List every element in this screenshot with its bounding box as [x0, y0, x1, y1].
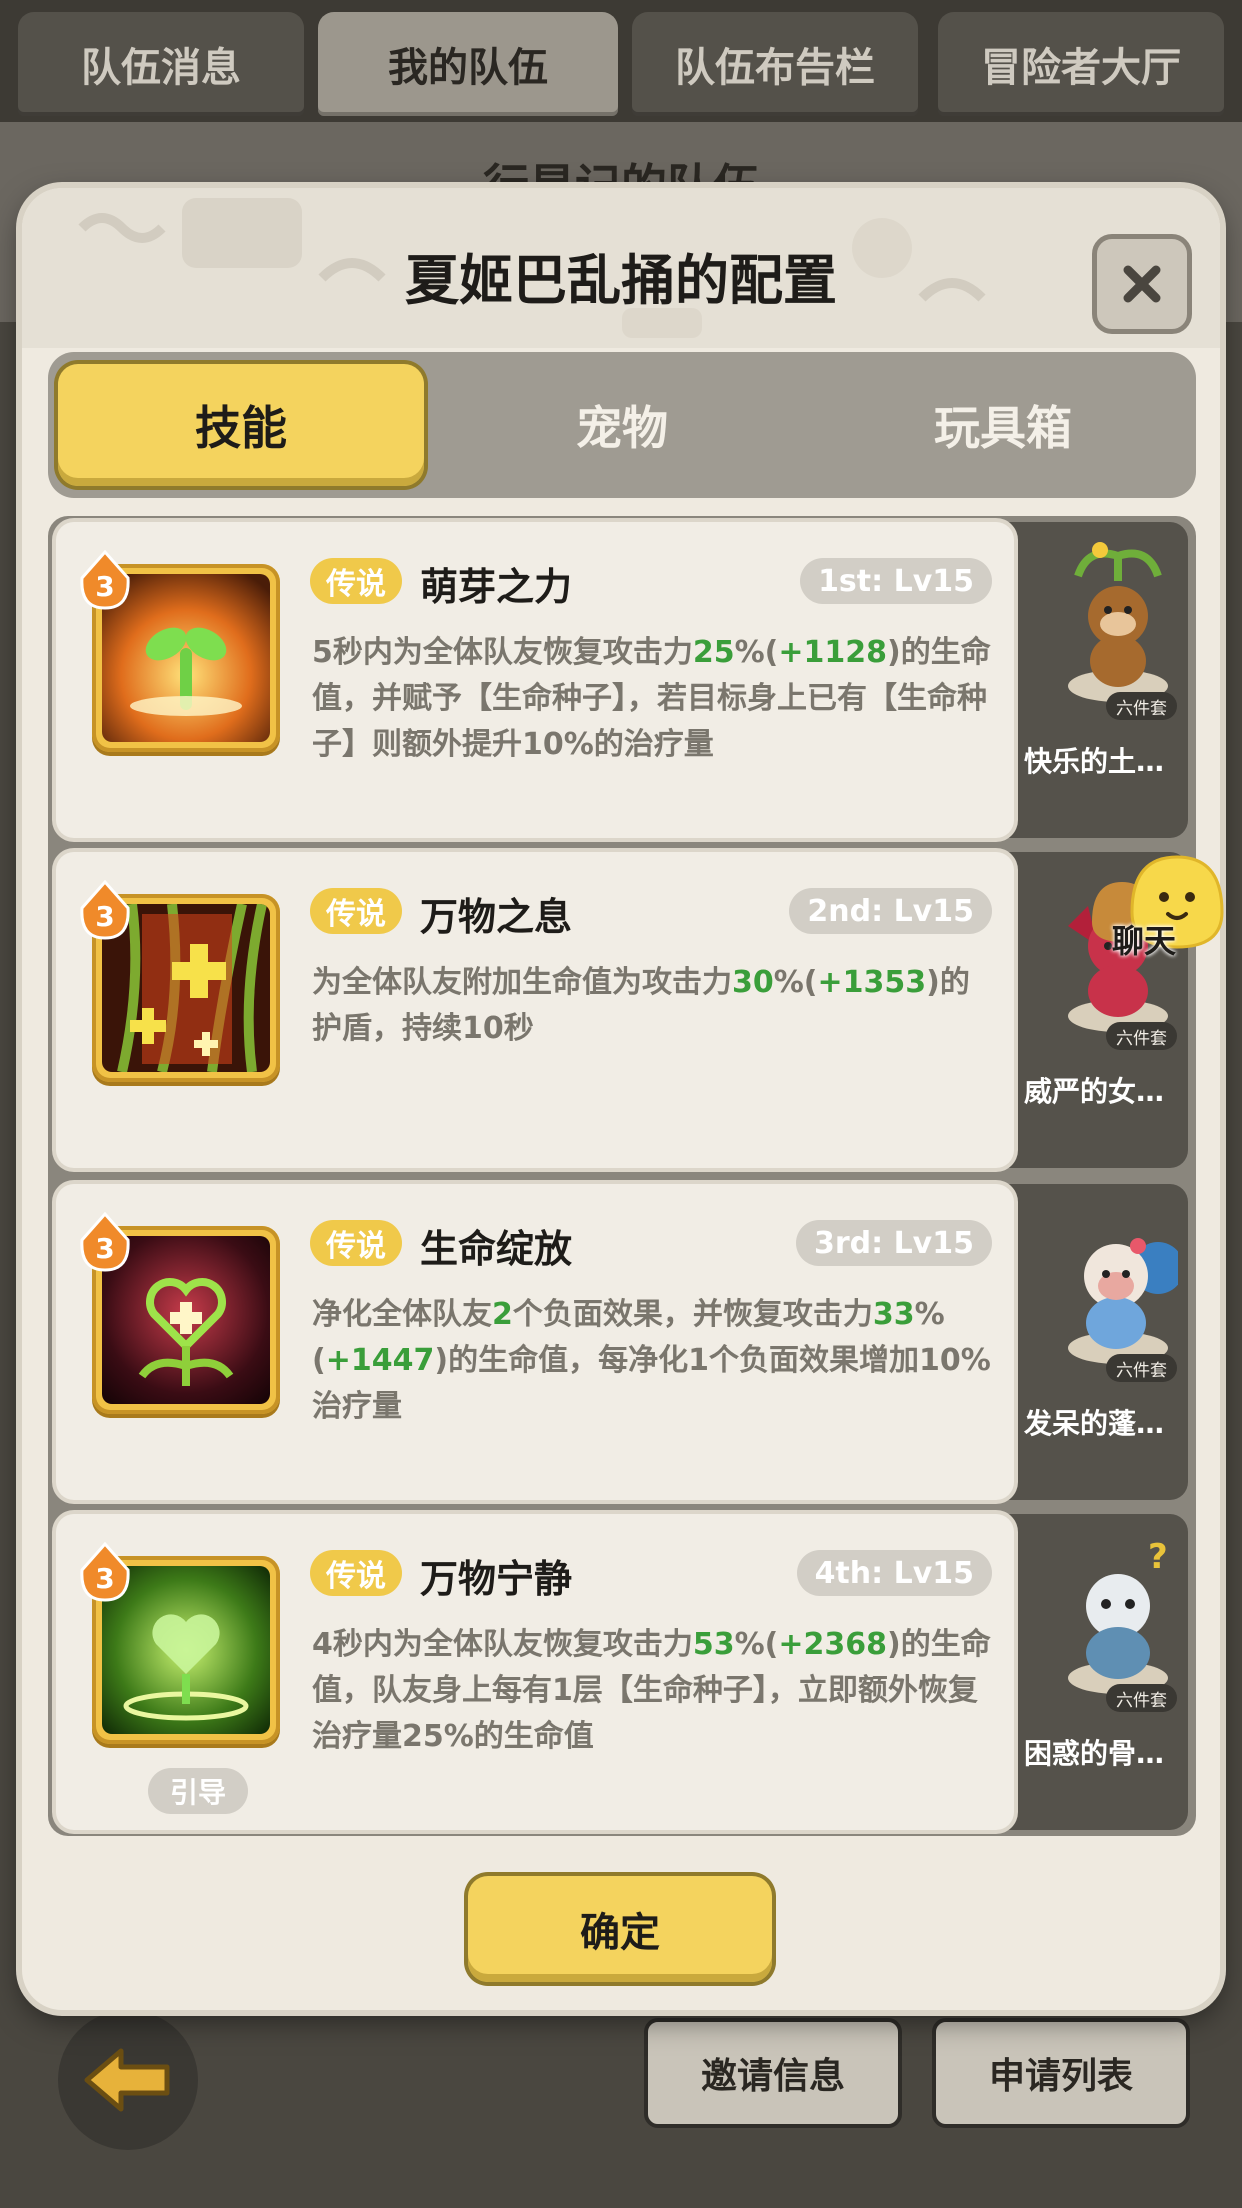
tab-skills[interactable]: 技能 — [58, 364, 424, 486]
skill-name: 生命绽放 — [420, 1227, 573, 1271]
svg-text:3: 3 — [95, 1562, 114, 1595]
pet-set-tag: 六件套 — [1106, 692, 1177, 720]
rarity-badge: 传说 — [310, 1220, 402, 1266]
highlight-value: 30 — [732, 965, 774, 1000]
skill-card[interactable]: 3 传说 万物之息 2nd: Lv15 为全体队友附加生命值为攻击力30%(+1… — [56, 852, 1014, 1168]
top-tab-bar: 队伍消息 我的队伍 队伍布告栏 冒险者大厅 — [0, 0, 1242, 122]
skill-description: 5秒内为全体队友恢复攻击力25%(+1128)的生命值，并赋予【生命种子】，若目… — [312, 630, 992, 768]
skill-name: 萌芽之力 — [420, 565, 573, 609]
monkey-pet-icon — [1068, 542, 1168, 702]
level-badge: 3 — [80, 550, 130, 610]
pet-name: 发呆的蓬… — [1024, 1407, 1165, 1440]
highlight-value: +1128 — [778, 635, 888, 670]
highlight-value: +1353 — [817, 965, 927, 1000]
config-modal: 夏姬巴乱捅的配置 技能 宠物 玩具箱 六件套 快乐的土… 3 传说 萌芽之力 1… — [22, 188, 1220, 2010]
close-button[interactable] — [1092, 234, 1192, 334]
rarity-badge: 传说 — [310, 558, 402, 604]
pet-name: 困惑的骨… — [1024, 1737, 1165, 1770]
pet-set-tag: 六件套 — [1106, 1022, 1177, 1050]
skill-card[interactable]: 3 传说 萌芽之力 1st: Lv15 5秒内为全体队友恢复攻击力25%(+11… — [56, 522, 1014, 838]
tab-toybox[interactable]: 玩具箱 — [820, 364, 1186, 486]
tab-team-board[interactable]: 队伍布告栏 — [632, 12, 918, 116]
pet-set-tag: 六件套 — [1106, 1354, 1177, 1382]
description-text: 5秒内为全体队友恢复攻击力 — [312, 635, 693, 670]
skill-name: 万物之息 — [420, 895, 573, 939]
level-badge: 3 — [80, 880, 130, 940]
pet-set-tag: 六件套 — [1106, 1684, 1177, 1712]
description-text: 净化全体队友 — [312, 1297, 492, 1332]
svg-text:?: ? — [1148, 1537, 1168, 1577]
description-text: 为全体队友附加生命值为攻击力 — [312, 965, 732, 1000]
skill-description: 净化全体队友2个负面效果，并恢复攻击力33%(+1447)的生命值，每净化1个负… — [312, 1292, 992, 1430]
highlight-value: 25 — [692, 635, 735, 670]
tab-team-messages[interactable]: 队伍消息 — [18, 12, 304, 116]
sheep-pet-icon — [1068, 1238, 1178, 1364]
highlight-value: +2368 — [778, 1627, 888, 1662]
skill-row: 六件套 发呆的蓬… 3 传说 生命绽放 3rd: Lv15 净化全体队友2个负面… — [56, 1184, 1188, 1508]
highlight-value: 2 — [492, 1297, 513, 1332]
highlight-value: 53 — [692, 1627, 735, 1662]
skill-name: 万物宁静 — [420, 1557, 573, 1601]
pet-name: 快乐的土… — [1024, 745, 1165, 778]
skill-description: 4秒内为全体队友恢复攻击力53%(+2368)的生命值，队友身上每有1层【生命种… — [312, 1622, 992, 1760]
description-text: %( — [734, 635, 779, 670]
slot-level-badge: 2nd: Lv15 — [789, 888, 992, 934]
close-x-icon — [1123, 265, 1161, 303]
svg-text:3: 3 — [95, 1232, 114, 1265]
skill-card[interactable]: 3 引导 传说 万物宁静 4th: Lv15 4秒内为全体队友恢复攻击力53%(… — [56, 1514, 1014, 1830]
svg-text:3: 3 — [95, 900, 114, 933]
apply-list-button[interactable]: 申请列表 — [932, 2018, 1190, 2128]
rarity-badge: 传说 — [310, 1550, 402, 1596]
modal-title: 夏姬巴乱捅的配置 — [405, 249, 837, 312]
slot-level-badge: 4th: Lv15 — [796, 1550, 992, 1596]
skill-row: 六件套 威严的女… 3 传说 万物之息 2nd: Lv15 为全体队友附加生命值… — [56, 852, 1188, 1176]
rarity-badge: 传说 — [310, 888, 402, 934]
channel-guide-badge: 引导 — [148, 1768, 249, 1814]
back-button[interactable] — [58, 2010, 198, 2150]
slot-level-badge: 1st: Lv15 — [800, 558, 992, 604]
invite-info-button[interactable]: 邀请信息 — [644, 2018, 902, 2128]
slot-level-badge: 3rd: Lv15 — [795, 1220, 992, 1266]
bone-dragon-pet-icon: ? — [1068, 1537, 1168, 1694]
description-text: %( — [773, 965, 818, 1000]
pet-name: 威严的女… — [1024, 1075, 1165, 1108]
tab-adventurer-hall[interactable]: 冒险者大厅 — [938, 12, 1224, 116]
description-text: %( — [734, 1627, 779, 1662]
confirm-button[interactable]: 确定 — [468, 1876, 772, 1982]
level-badge: 3 — [80, 1212, 130, 1272]
skill-list: 六件套 快乐的土… 3 传说 萌芽之力 1st: Lv15 5秒内为全体队友恢复… — [48, 516, 1196, 1836]
chat-label[interactable]: 聊天 — [1112, 916, 1176, 962]
tab-my-team[interactable]: 我的队伍 — [318, 12, 618, 116]
level-badge: 3 — [80, 1542, 130, 1602]
tab-pets[interactable]: 宠物 — [439, 364, 805, 486]
config-tab-bar: 技能 宠物 玩具箱 — [48, 352, 1196, 498]
skill-row: ? 六件套 困惑的骨… 3 引导 传说 万物宁静 4th: Lv15 4秒内为全… — [56, 1514, 1188, 1838]
skill-card[interactable]: 3 传说 生命绽放 3rd: Lv15 净化全体队友2个负面效果，并恢复攻击力3… — [56, 1184, 1014, 1500]
highlight-value: +1447 — [325, 1343, 435, 1378]
description-text: 4秒内为全体队友恢复攻击力 — [312, 1627, 693, 1662]
svg-text:3: 3 — [95, 570, 114, 603]
skill-row: 六件套 快乐的土… 3 传说 萌芽之力 1st: Lv15 5秒内为全体队友恢复… — [56, 522, 1188, 846]
skill-description: 为全体队友附加生命值为攻击力30%(+1353)的护盾，持续10秒 — [312, 960, 992, 1052]
highlight-value: 33 — [872, 1297, 915, 1332]
description-text: 个负面效果，并恢复攻击力 — [512, 1297, 873, 1332]
back-arrow-icon — [84, 2048, 170, 2112]
